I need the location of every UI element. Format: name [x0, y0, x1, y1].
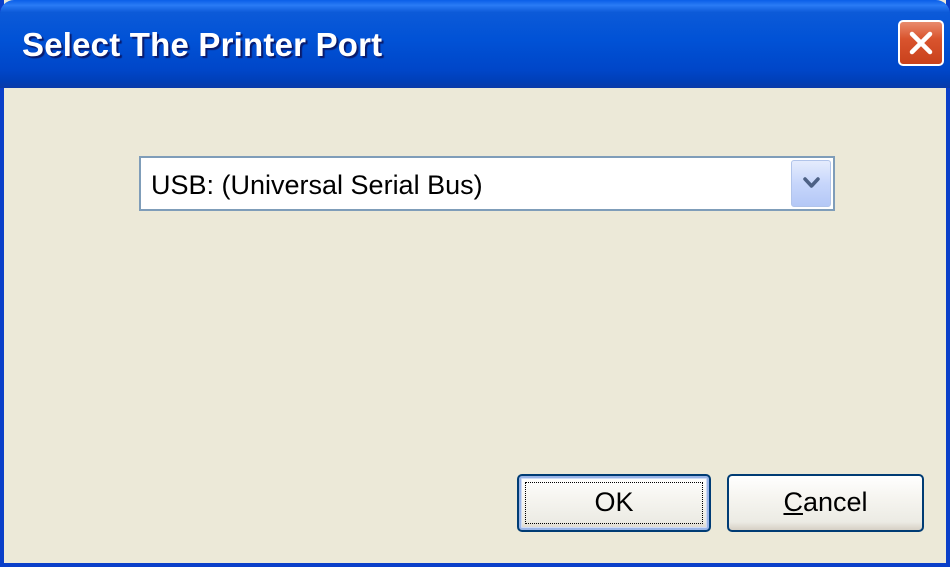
dialog-window: Select The Printer Port USB: (Universal … — [0, 0, 950, 567]
close-icon — [909, 31, 933, 55]
cancel-button[interactable]: Cancel — [727, 474, 924, 532]
title-bar[interactable]: Select The Printer Port — [0, 0, 950, 88]
printer-port-selected-value: USB: (Universal Serial Bus) — [151, 170, 483, 200]
close-button[interactable] — [898, 20, 944, 66]
chevron-down-icon — [803, 177, 820, 188]
cancel-button-label: ancel — [802, 487, 868, 517]
ok-button[interactable]: OK — [517, 474, 711, 532]
dropdown-button[interactable] — [791, 160, 831, 207]
ok-button-label: OK — [594, 487, 634, 517]
printer-port-select[interactable]: USB: (Universal Serial Bus) — [139, 156, 835, 211]
window-title: Select The Printer Port — [22, 26, 383, 63]
cancel-mnemonic: C — [783, 487, 803, 517]
